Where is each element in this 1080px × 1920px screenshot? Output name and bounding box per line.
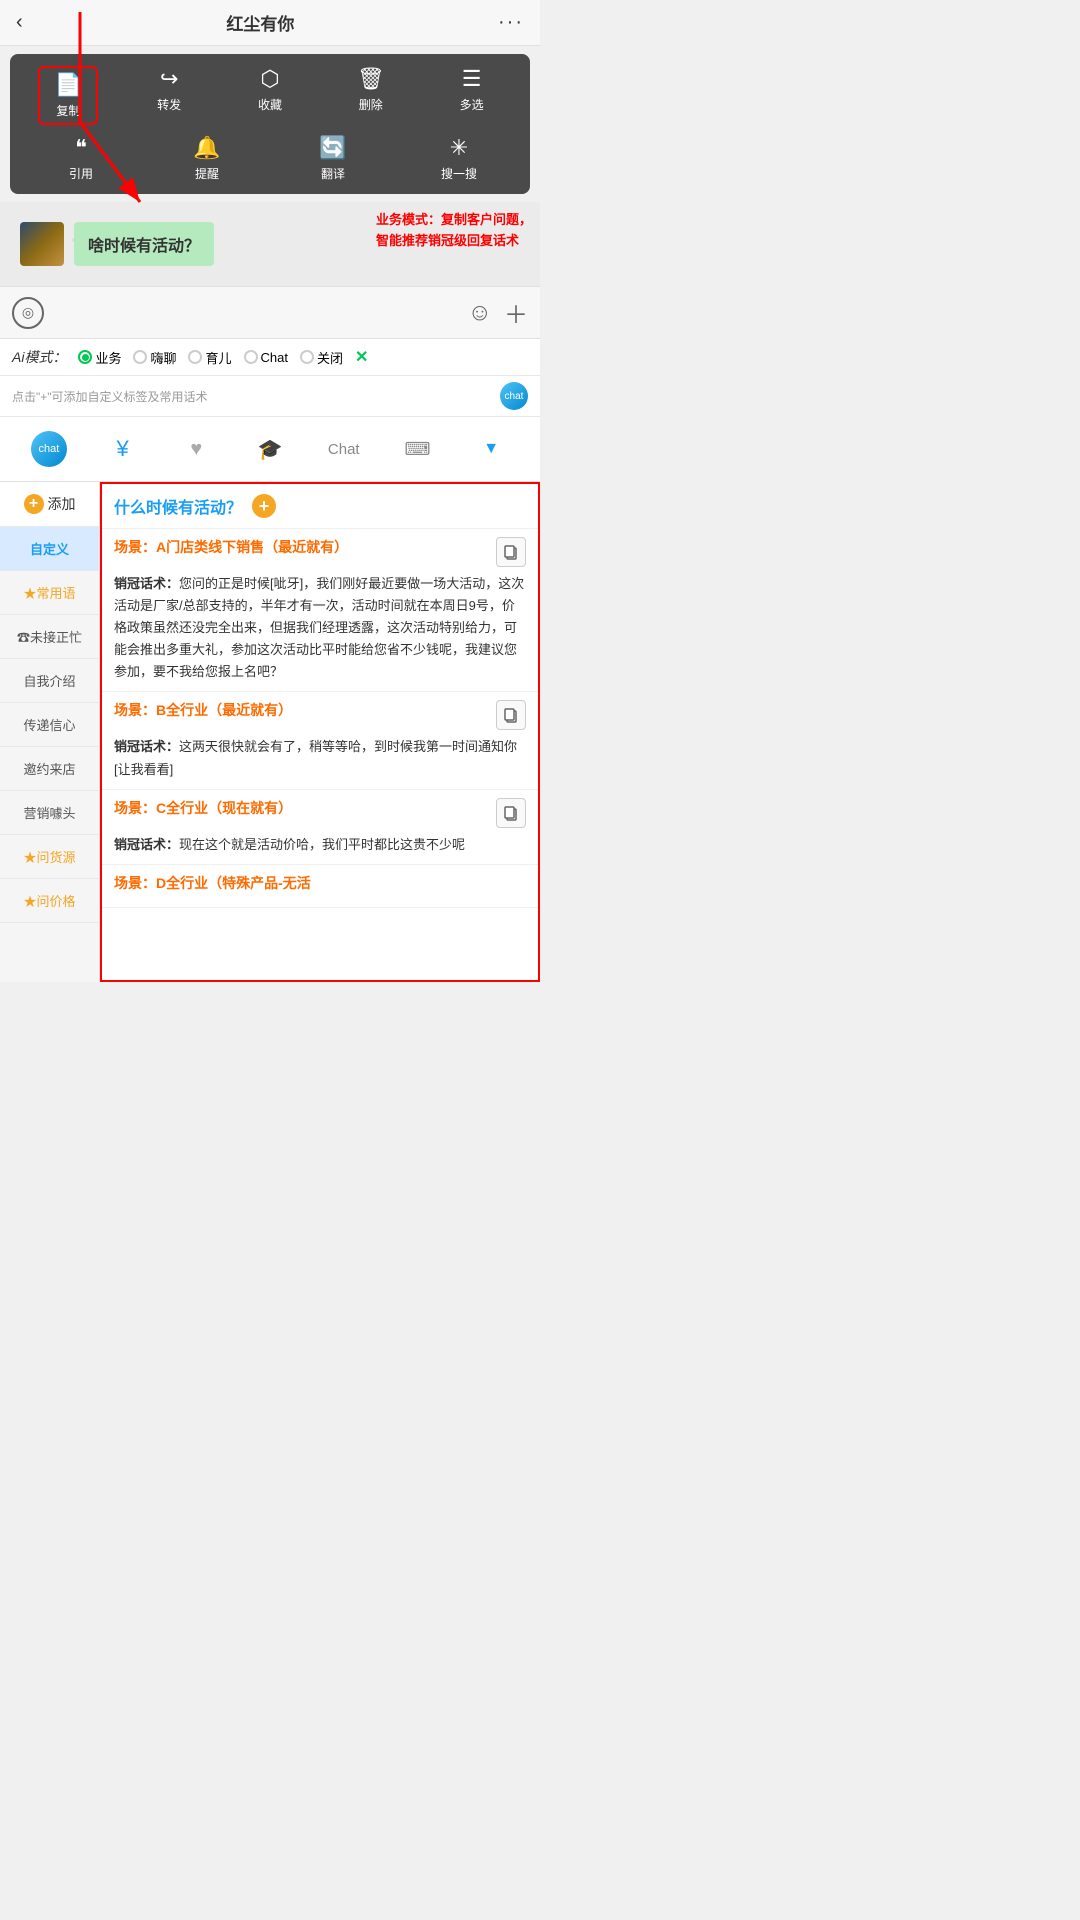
menu-copy[interactable]: 📄 复制 — [38, 66, 98, 125]
more-button[interactable]: ··· — [498, 11, 524, 34]
sidebar-item-invite[interactable]: 邀约来店 — [0, 747, 99, 791]
sidebar-item-missed[interactable]: ☎未接正忙 — [0, 615, 99, 659]
page-title: 红尘有你 — [226, 10, 294, 35]
scenario-b-title: 场景：B全行业（最近就有） — [114, 700, 526, 730]
copy-icon: 📄 — [55, 72, 82, 98]
annotation-text: 业务模式：复制客户问题，智能推荐销冠级回复话术 — [376, 210, 532, 252]
content-panel: 什么时候有活动？ + 场景：A门店类线下销售（最近就有） 销冠话术：您问的正是时… — [100, 482, 540, 982]
hint-bar: 点击"+"可添加自定义标签及常用话术 chat — [0, 376, 540, 417]
radio-off — [300, 350, 314, 364]
sidebar-item-marketing[interactable]: 营销噱头 — [0, 791, 99, 835]
dropdown-icon: ▼ — [483, 440, 499, 458]
radio-business — [78, 350, 92, 364]
copy-a-button[interactable] — [496, 537, 526, 567]
sidebar-item-source[interactable]: ★问货源 — [0, 835, 99, 879]
emoji-button[interactable]: ☺ — [467, 299, 492, 327]
scenario-b: 场景：B全行业（最近就有） 销冠话术：这两天很快就会有了，稍等等哈，到时候我第一… — [102, 692, 538, 789]
graduation-icon: 🎓 — [258, 437, 283, 462]
scenario-c: 场景：C全行业（现在就有） 销冠话术：现在这个就是活动价哈，我们平时都比这贵不少… — [102, 790, 538, 865]
scenario-b-content: 销冠话术：这两天很快就会有了，稍等等哈，到时候我第一时间通知你[让我看看] — [114, 736, 526, 780]
menu-row-2: ❝ 引用 🔔 提醒 🔄 翻译 ✳ 搜一搜 — [18, 135, 522, 182]
sidebar: + 添加 自定义 ★常用语 ☎未接正忙 自我介绍 传递信心 邀约来店 营销噱头 … — [0, 482, 100, 982]
scenario-c-title: 场景：C全行业（现在就有） — [114, 798, 526, 828]
back-button[interactable]: ‹ — [16, 11, 23, 34]
ai-mode-childcare[interactable]: 育儿 — [188, 348, 231, 367]
sidebar-add-button[interactable]: + 添加 — [0, 482, 99, 527]
menu-row-1: 📄 复制 ↪ 转发 ⬡ 收藏 🗑 删除 ☰ 多选 — [18, 66, 522, 125]
add-label: 添加 — [48, 494, 76, 514]
radio-english — [244, 350, 258, 364]
context-menu: 📄 复制 ↪ 转发 ⬡ 收藏 🗑 删除 ☰ 多选 ❝ 引用 🔔 提醒 🔄 — [10, 54, 530, 194]
menu-search[interactable]: ✳ 搜一搜 — [429, 135, 489, 182]
ai-mode-business[interactable]: 业务 — [78, 348, 121, 367]
voice-button[interactable]: ◎ — [12, 297, 44, 329]
sidebar-item-confidence[interactable]: 传递信心 — [0, 703, 99, 747]
ai-mode-chat[interactable]: 嗨聊 — [133, 348, 176, 367]
sidebar-item-common[interactable]: ★常用语 — [0, 571, 99, 615]
question-header: 什么时候有活动？ + — [102, 484, 538, 529]
radio-chat — [133, 350, 147, 364]
toolbar-heart[interactable]: ♥ — [159, 432, 233, 467]
scenario-c-content: 销冠话术：现在这个就是活动价哈，我们平时都比这贵不少呢 — [114, 834, 526, 856]
scenario-a-title: 场景：A门店类线下销售（最近就有） — [114, 537, 526, 567]
favorite-icon: ⬡ — [260, 66, 279, 92]
menu-quote[interactable]: ❝ 引用 — [51, 135, 111, 182]
sidebar-item-price[interactable]: ★问价格 — [0, 879, 99, 923]
toolbar-money[interactable]: ¥ — [86, 430, 160, 468]
question-add-button[interactable]: + — [252, 494, 276, 518]
keyboard-icon: ⌨ — [404, 439, 430, 460]
ai-mode-english[interactable]: Chat — [244, 350, 288, 365]
chat-text-icon: Chat — [328, 441, 360, 458]
copy-b-button[interactable] — [496, 700, 526, 730]
copy-c-button[interactable] — [496, 798, 526, 828]
close-button[interactable]: ✕ — [355, 347, 368, 367]
ai-label: Ai模式： — [12, 347, 66, 367]
toolbar-dropdown[interactable]: ▼ — [454, 434, 528, 464]
add-button[interactable]: ＋ — [504, 295, 528, 330]
toolbar-keyboard[interactable]: ⌨ — [381, 433, 455, 466]
toolbar-graduation[interactable]: 🎓 — [233, 431, 307, 468]
ai-mode-off[interactable]: 关闭 — [300, 348, 343, 367]
menu-remind[interactable]: 🔔 提醒 — [177, 135, 237, 182]
toolbar: chat ¥ ♥ 🎓 Chat ⌨ ▼ — [0, 417, 540, 482]
multiselect-icon: ☰ — [462, 66, 482, 92]
translate-icon: 🔄 — [319, 135, 346, 161]
delete-icon: 🗑 — [357, 66, 385, 92]
remind-icon: 🔔 — [193, 135, 220, 161]
heart-icon: ♥ — [190, 438, 202, 461]
text-input[interactable] — [56, 297, 455, 329]
main-panel: + 添加 自定义 ★常用语 ☎未接正忙 自我介绍 传递信心 邀约来店 营销噱头 … — [0, 482, 540, 982]
radio-childcare — [188, 350, 202, 364]
chat-bubble: 啥时候有活动？ — [74, 222, 214, 266]
chat-ai-icon[interactable]: chat — [500, 382, 528, 410]
plus-circle-icon: + — [24, 494, 44, 514]
scenario-d: 场景：D全行业（特殊产品-无活 — [102, 865, 538, 908]
money-icon: ¥ — [116, 436, 128, 462]
hint-text: 点击"+"可添加自定义标签及常用话术 — [12, 388, 208, 405]
sidebar-item-intro[interactable]: 自我介绍 — [0, 659, 99, 703]
menu-translate[interactable]: 🔄 翻译 — [303, 135, 363, 182]
toolbar-chat-text[interactable]: Chat — [307, 435, 381, 464]
menu-delete[interactable]: 🗑 删除 — [341, 66, 401, 125]
forward-icon: ↪ — [160, 66, 178, 92]
question-title: 什么时候有活动？ — [114, 494, 242, 518]
sidebar-item-custom[interactable]: 自定义 — [0, 527, 99, 571]
toolbar-robot[interactable]: chat — [12, 425, 86, 473]
scenario-a-content: 销冠话术：您问的正是时候[呲牙]，我们刚好最近要做一场大活动，这次活动是厂家/总… — [114, 573, 526, 683]
quote-icon: ❝ — [75, 135, 87, 161]
menu-favorite[interactable]: ⬡ 收藏 — [240, 66, 300, 125]
header: ‹ 红尘有你 ··· — [0, 0, 540, 46]
robot-icon: chat — [31, 431, 67, 467]
avatar — [20, 222, 64, 266]
search-icon: ✳ — [450, 135, 468, 161]
scenario-d-title: 场景：D全行业（特殊产品-无活 — [114, 873, 526, 893]
input-bar: ◎ ☺ ＋ — [0, 286, 540, 339]
scenario-a: 场景：A门店类线下销售（最近就有） 销冠话术：您问的正是时候[呲牙]，我们刚好最… — [102, 529, 538, 692]
ai-mode-bar: Ai模式： 业务 嗨聊 育儿 Chat 关闭 ✕ — [0, 339, 540, 376]
voice-icon: ◎ — [22, 304, 34, 321]
menu-forward[interactable]: ↪ 转发 — [139, 66, 199, 125]
menu-multiselect[interactable]: ☰ 多选 — [442, 66, 502, 125]
